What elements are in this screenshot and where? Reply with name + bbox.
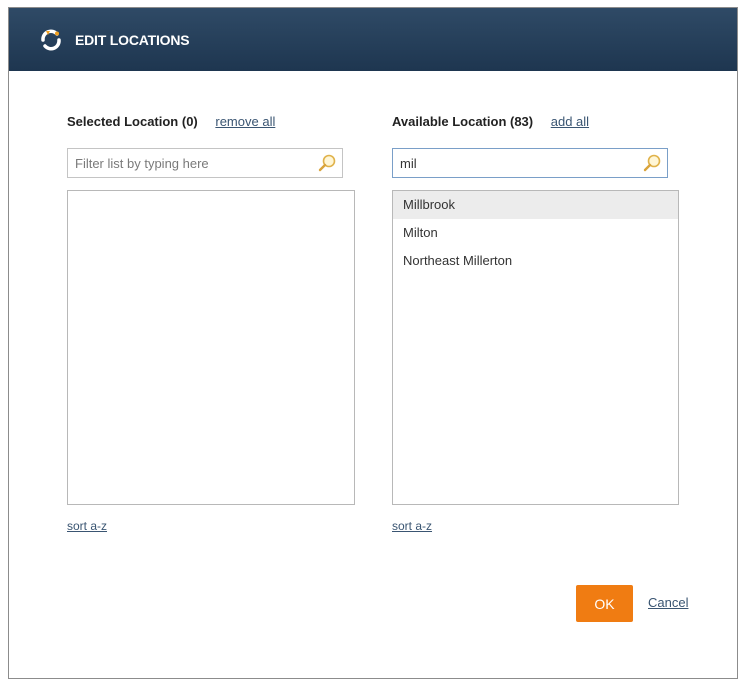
available-locations-list[interactable]: Millbrook Milton Northeast Millerton: [392, 190, 679, 505]
add-all-link[interactable]: add all: [551, 114, 589, 129]
available-filter-input[interactable]: [393, 149, 667, 177]
available-sort-link[interactable]: sort a-z: [392, 519, 432, 533]
remove-all-link[interactable]: remove all: [215, 114, 275, 129]
selected-location-title: Selected Location (0): [67, 114, 198, 129]
cancel-link[interactable]: Cancel: [648, 595, 688, 610]
selected-location-header-row: Selected Location (0) remove all: [67, 114, 275, 129]
available-filter-field[interactable]: [392, 148, 668, 178]
available-location-title: Available Location (83): [392, 114, 534, 129]
search-icon: [643, 154, 661, 172]
list-item[interactable]: Milton: [393, 219, 678, 247]
dialog-titlebar: EDIT LOCATIONS: [9, 8, 737, 71]
list-item[interactable]: Northeast Millerton: [393, 247, 678, 275]
selected-filter-input[interactable]: [68, 149, 342, 177]
selected-sort-link[interactable]: sort a-z: [67, 519, 107, 533]
selected-locations-list[interactable]: [67, 190, 355, 505]
edit-locations-dialog: EDIT LOCATIONS Selected Location (0) rem…: [8, 7, 738, 679]
dialog-title: EDIT LOCATIONS: [75, 31, 190, 48]
list-item[interactable]: Millbrook: [393, 191, 678, 219]
ok-button[interactable]: OK: [576, 585, 633, 622]
search-icon: [318, 154, 336, 172]
selected-filter-field[interactable]: [67, 148, 343, 178]
brand-logo-icon: [41, 29, 61, 50]
available-location-header-row: Available Location (83) add all: [392, 114, 589, 129]
